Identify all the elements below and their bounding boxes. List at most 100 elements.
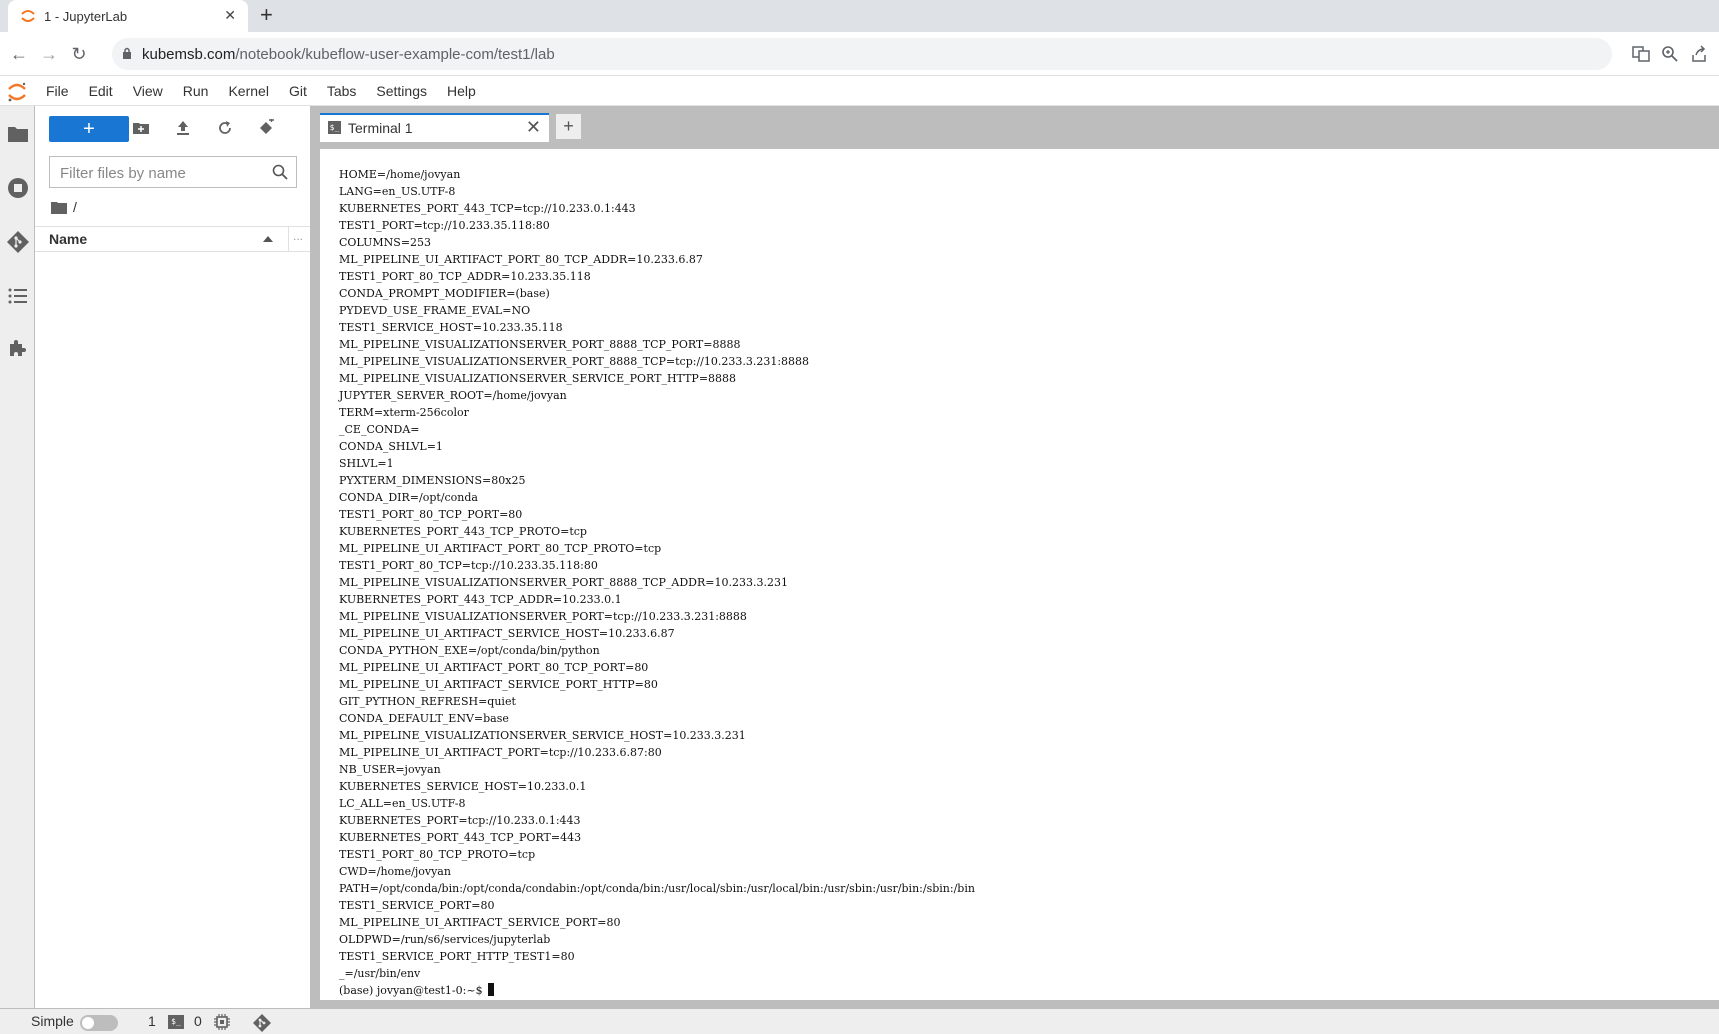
extension-icon[interactable] <box>6 336 30 360</box>
browser-tab-title: 1 - JupyterLab <box>44 9 128 24</box>
terminal-line: ML_PIPELINE_VISUALIZATIONSERVER_PORT=tcp… <box>339 610 747 623</box>
add-tab-button[interactable]: + <box>555 113 582 140</box>
terminal-line: ML_PIPELINE_VISUALIZATIONSERVER_SERVICE_… <box>339 372 737 385</box>
terminal-panel[interactable]: HOME=/home/jovyan LANG=en_US.UTF-8 KUBER… <box>320 149 1719 1000</box>
terminal-line: TEST1_PORT_80_TCP_PROTO=tcp <box>339 848 536 861</box>
terminal-line: _=/usr/bin/env <box>339 967 421 980</box>
terminal-status-icon[interactable]: $_ <box>168 1015 184 1029</box>
terminal-line: SHLVL=1 <box>339 457 394 470</box>
translate-icon[interactable] <box>1632 45 1650 63</box>
terminal-prompt: (base) jovyan@test1-0:~$ <box>339 984 487 997</box>
terminal-cursor <box>488 983 495 996</box>
terminal-line: PYDEVD_USE_FRAME_EVAL=NO <box>339 304 531 317</box>
close-tab-icon[interactable]: ✕ <box>224 6 236 24</box>
menu-list: File Edit View Run Kernel Git Tabs Setti… <box>36 76 486 106</box>
breadcrumb-root[interactable]: / <box>73 199 77 215</box>
menu-run[interactable]: Run <box>173 76 219 106</box>
git-clone-icon[interactable] <box>257 119 275 137</box>
menu-settings[interactable]: Settings <box>366 76 437 106</box>
terminal-line: OLDPWD=/run/s6/services/jupyterlab <box>339 933 551 946</box>
terminal-line: LC_ALL=en_US.UTF-8 <box>339 797 466 810</box>
filter-files-input[interactable] <box>50 157 272 189</box>
toc-icon[interactable] <box>6 284 30 308</box>
forward-icon[interactable]: → <box>38 43 60 65</box>
terminal-line: ML_PIPELINE_UI_ARTIFACT_SERVICE_PORT=80 <box>339 916 621 929</box>
terminal-line: ML_PIPELINE_UI_ARTIFACT_PORT=tcp://10.23… <box>339 746 662 759</box>
terminal-line: COLUMNS=253 <box>339 236 432 249</box>
terminal-line: _CE_CONDA= <box>339 423 420 436</box>
folder-root-icon[interactable] <box>51 201 67 214</box>
name-column-header[interactable]: Name <box>49 231 87 247</box>
terminal-line: KUBERNETES_PORT_443_TCP_ADDR=10.233.0.1 <box>339 593 622 606</box>
menu-kernel[interactable]: Kernel <box>218 76 278 106</box>
main-dock-area: $_ Terminal 1 ✕ + HOME=/home/jovyan LANG… <box>311 106 1719 1008</box>
menu-git[interactable]: Git <box>279 76 317 106</box>
jupyter-favicon-icon <box>21 10 35 22</box>
tab-terminal-1[interactable]: $_ Terminal 1 ✕ <box>320 113 549 142</box>
git-icon[interactable] <box>6 230 30 254</box>
url-field[interactable]: kubemsb.com/notebook/kubeflow-user-examp… <box>112 38 1612 70</box>
menubar: File Edit View Run Kernel Git Tabs Setti… <box>0 76 1719 106</box>
back-icon[interactable]: ← <box>8 43 30 65</box>
status-bar: Simple 1 $_ 0 <box>0 1008 1719 1034</box>
simple-mode-toggle[interactable] <box>80 1015 118 1031</box>
terminals-count[interactable]: 1 <box>148 1013 156 1029</box>
upload-icon[interactable] <box>174 119 192 137</box>
running-icon[interactable] <box>6 176 30 200</box>
terminal-line: TEST1_PORT_80_TCP_PORT=80 <box>339 508 523 521</box>
filter-box <box>49 156 297 189</box>
file-list-header: Name ... <box>35 226 310 252</box>
zoom-icon[interactable] <box>1661 45 1679 63</box>
terminal-line: ML_PIPELINE_UI_ARTIFACT_PORT_80_TCP_ADDR… <box>339 253 703 266</box>
terminal-line: GIT_PYTHON_REFRESH=quiet <box>339 695 516 708</box>
git-status-icon[interactable] <box>252 1013 272 1033</box>
terminal-line: KUBERNETES_PORT=tcp://10.233.0.1:443 <box>339 814 581 827</box>
terminal-line: ML_PIPELINE_VISUALIZATIONSERVER_PORT_888… <box>339 355 810 368</box>
jupyter-logo-icon <box>8 82 26 102</box>
terminal-line: ML_PIPELINE_VISUALIZATIONSERVER_PORT_888… <box>339 338 741 351</box>
terminal-line: CWD=/home/jovyan <box>339 865 451 878</box>
kernel-chip-icon[interactable] <box>214 1014 230 1030</box>
menu-file[interactable]: File <box>36 76 79 106</box>
share-icon[interactable] <box>1690 45 1708 63</box>
terminal-line: ML_PIPELINE_VISUALIZATIONSERVER_PORT_888… <box>339 576 788 589</box>
terminal-line: CONDA_PROMPT_MODIFIER=(base) <box>339 287 550 300</box>
terminal-line: TEST1_PORT_80_TCP_ADDR=10.233.35.118 <box>339 270 591 283</box>
terminal-line: NB_USER=jovyan <box>339 763 441 776</box>
terminal-line: ML_PIPELINE_VISUALIZATIONSERVER_SERVICE_… <box>339 729 746 742</box>
terminal-line: JUPYTER_SERVER_ROOT=/home/jovyan <box>339 389 567 402</box>
column-more[interactable]: ... <box>293 229 303 243</box>
file-browser-panel: + / Name ... <box>35 106 311 1008</box>
terminal-line: CONDA_DEFAULT_ENV=base <box>339 712 509 725</box>
terminal-line: KUBERNETES_SERVICE_HOST=10.233.0.1 <box>339 780 587 793</box>
search-icon <box>272 164 288 180</box>
browser-tab[interactable]: 1 - JupyterLab ✕ <box>8 0 248 32</box>
column-divider <box>288 227 289 251</box>
menu-help[interactable]: Help <box>437 76 486 106</box>
simple-mode-label: Simple <box>31 1013 74 1029</box>
terminal-line: ML_PIPELINE_UI_ARTIFACT_PORT_80_TCP_PORT… <box>339 661 649 674</box>
reload-icon[interactable]: ↻ <box>68 43 90 65</box>
kernels-count[interactable]: 0 <box>194 1013 202 1029</box>
close-icon[interactable]: ✕ <box>526 117 541 137</box>
terminal-line: TEST1_PORT_80_TCP=tcp://10.233.35.118:80 <box>339 559 598 572</box>
folder-icon[interactable] <box>6 122 30 146</box>
new-tab-icon[interactable]: + <box>260 3 273 27</box>
terminal-line: KUBERNETES_PORT_443_TCP=tcp://10.233.0.1… <box>339 202 636 215</box>
menu-edit[interactable]: Edit <box>79 76 123 106</box>
terminal-icon: $_ <box>328 121 341 134</box>
lock-icon <box>123 47 131 59</box>
refresh-icon[interactable] <box>216 119 234 137</box>
terminal-line: TEST1_PORT=tcp://10.233.35.118:80 <box>339 219 550 232</box>
browser-tab-strip: 1 - JupyterLab ✕ + <box>0 0 1719 32</box>
dock-tab-bar: $_ Terminal 1 ✕ + <box>311 106 1719 142</box>
terminal-line: TEST1_SERVICE_PORT_HTTP_TEST1=80 <box>339 950 575 963</box>
toggle-knob <box>82 1017 94 1029</box>
new-launcher-button[interactable]: + <box>49 116 129 142</box>
terminal-line: CONDA_SHLVL=1 <box>339 440 443 453</box>
sort-ascending-icon[interactable] <box>263 236 273 242</box>
new-folder-icon[interactable] <box>132 119 150 137</box>
menu-view[interactable]: View <box>123 76 173 106</box>
menu-tabs[interactable]: Tabs <box>317 76 367 106</box>
terminal-line: ML_PIPELINE_UI_ARTIFACT_SERVICE_PORT_HTT… <box>339 678 658 691</box>
